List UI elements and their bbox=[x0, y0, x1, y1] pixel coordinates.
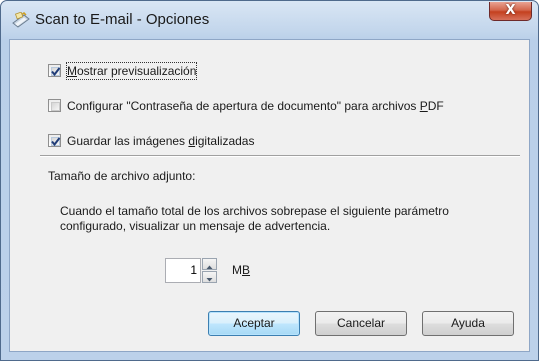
accept-button[interactable]: Aceptar bbox=[208, 311, 300, 336]
cancel-button[interactable]: Cancelar bbox=[315, 311, 407, 336]
close-icon: X bbox=[505, 3, 516, 18]
title-bar[interactable]: Scan to E-mail - Opciones X bbox=[1, 1, 538, 39]
dialog-client-area bbox=[9, 39, 530, 352]
show-preview-checkbox[interactable] bbox=[48, 64, 61, 77]
pdf-password-label: Configurar "Contraseña de apertura de do… bbox=[67, 99, 444, 113]
spin-down-button[interactable] bbox=[202, 271, 217, 283]
arrow-down-icon bbox=[206, 278, 213, 282]
checkmark-icon bbox=[51, 137, 61, 147]
size-unit-label: MB bbox=[232, 263, 251, 277]
help-button[interactable]: Ayuda bbox=[422, 311, 514, 336]
attachment-size-heading: Tamaño de archivo adjunto: bbox=[48, 169, 196, 183]
window-title: Scan to E-mail - Opciones bbox=[35, 11, 210, 28]
show-preview-label: Mostrar previsualización bbox=[65, 62, 198, 80]
save-scanned-checkbox[interactable] bbox=[48, 134, 61, 147]
attachment-size-input[interactable]: 1 bbox=[165, 258, 201, 283]
attachment-description-line1: Cuando el tamaño total de los archivos s… bbox=[60, 204, 449, 218]
attachment-description-line2: configurado, visualizar un mensaje de ad… bbox=[60, 219, 331, 233]
pdf-password-checkbox[interactable] bbox=[48, 99, 61, 112]
close-button[interactable]: X bbox=[489, 2, 532, 21]
spin-up-button[interactable] bbox=[202, 258, 217, 270]
save-scanned-label: Guardar las imágenes digitalizadas bbox=[67, 134, 255, 148]
checkmark-icon bbox=[51, 67, 61, 77]
section-divider bbox=[40, 155, 520, 157]
scanner-app-icon bbox=[12, 11, 30, 28]
